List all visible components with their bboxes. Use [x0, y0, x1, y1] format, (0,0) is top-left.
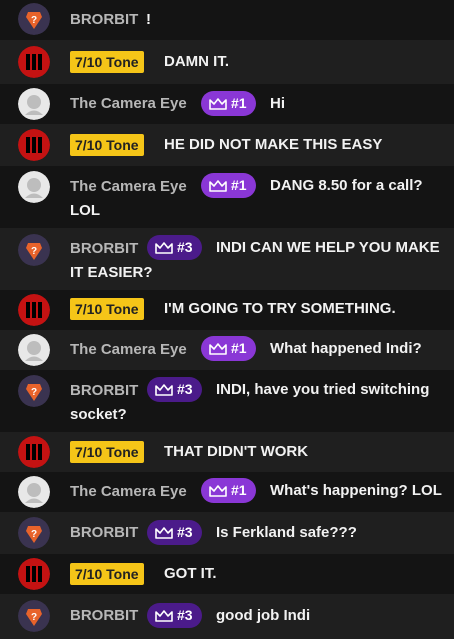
badge-rank: #3: [177, 607, 193, 623]
chat-message-row: ? BRORBIT #3 Is Ferkland safe???: [0, 512, 454, 554]
message-text: What's happening? LOL: [270, 482, 442, 499]
brorbit-avatar[interactable]: ?: [18, 3, 50, 35]
svg-text:?: ?: [31, 15, 37, 26]
username[interactable]: BRORBIT: [70, 607, 138, 624]
tone-username-tag[interactable]: 7/10 Tone: [70, 51, 144, 73]
rank-badge: #1: [201, 478, 256, 503]
message-text: DANG 8.50 for a call? LOL: [70, 177, 423, 219]
camera-eye-avatar[interactable]: [18, 88, 50, 120]
chat-message-row: ? BRORBIT #3 good job Indi: [0, 594, 454, 639]
username[interactable]: The Camera Eye: [70, 341, 187, 358]
crown-icon: [209, 342, 227, 355]
camera-eye-avatar[interactable]: [18, 334, 50, 366]
crown-icon: [155, 609, 173, 622]
tone-avatar[interactable]: [18, 129, 50, 161]
camera-eye-avatar[interactable]: [18, 171, 50, 203]
chat-message-row: ? BRORBIT !: [0, 0, 454, 40]
svg-text:?: ?: [31, 612, 37, 623]
svg-text:?: ?: [31, 529, 37, 540]
tone-avatar[interactable]: [18, 294, 50, 326]
chat-message-row: 7/10 Tone HE DID NOT MAKE THIS EASY: [0, 124, 454, 166]
brorbit-avatar[interactable]: ?: [18, 600, 50, 632]
username[interactable]: BRORBIT: [70, 11, 138, 28]
brorbit-avatar[interactable]: ?: [18, 517, 50, 549]
message-text: Is Ferkland safe???: [216, 524, 357, 541]
message-text: I'M GOING TO TRY SOMETHING.: [164, 300, 396, 317]
badge-rank: #1: [231, 340, 247, 356]
tone-username-tag[interactable]: 7/10 Tone: [70, 563, 144, 585]
tone-avatar[interactable]: [18, 46, 50, 78]
chat-message-row: The Camera Eye #1 What's happening? LOL: [0, 472, 454, 512]
rank-badge: #1: [201, 91, 256, 116]
brorbit-avatar[interactable]: ?: [18, 234, 50, 266]
badge-rank: #1: [231, 95, 247, 111]
camera-eye-avatar[interactable]: [18, 476, 50, 508]
message-text: good job Indi: [216, 607, 311, 624]
username[interactable]: The Camera Eye: [70, 483, 187, 500]
badge-rank: #1: [231, 482, 247, 498]
chat-message-row: ? BRORBIT #3 INDI, have you tried switch…: [0, 370, 454, 432]
tone-avatar[interactable]: [18, 436, 50, 468]
message-text: DAMN IT.: [164, 53, 229, 70]
message-text: INDI CAN WE HELP YOU MAKE IT EASIER?: [70, 239, 440, 281]
rank-badge: #3: [147, 603, 202, 628]
crown-icon: [209, 97, 227, 110]
tone-username-tag[interactable]: 7/10 Tone: [70, 441, 144, 463]
chat-message-row: The Camera Eye #1 Hi: [0, 84, 454, 124]
rank-badge: #3: [147, 520, 202, 545]
tone-username-tag[interactable]: 7/10 Tone: [70, 298, 144, 320]
message-text: Hi: [270, 95, 285, 112]
message-text: !: [146, 11, 151, 28]
chat-message-row: 7/10 Tone THAT DIDN'T WORK: [0, 432, 454, 472]
chat-message-row: The Camera Eye #1 What happened Indi?: [0, 330, 454, 370]
chat-message-row: ? BRORBIT #3 INDI CAN WE HELP YOU MAKE I…: [0, 228, 454, 290]
chat-message-row: 7/10 Tone I'M GOING TO TRY SOMETHING.: [0, 290, 454, 330]
message-text: HE DID NOT MAKE THIS EASY: [164, 136, 383, 153]
username[interactable]: BRORBIT: [70, 524, 138, 541]
chat-message-row: 7/10 Tone GOT IT.: [0, 554, 454, 594]
message-text: THAT DIDN'T WORK: [164, 443, 309, 460]
svg-text:?: ?: [31, 246, 37, 257]
badge-rank: #3: [177, 524, 193, 540]
brorbit-avatar[interactable]: ?: [18, 375, 50, 407]
username[interactable]: The Camera Eye: [70, 95, 187, 112]
crown-icon: [209, 484, 227, 497]
chat-message-row: 7/10 Tone DAMN IT.: [0, 40, 454, 84]
crown-icon: [155, 526, 173, 539]
message-text: GOT IT.: [164, 565, 217, 582]
tone-username-tag[interactable]: 7/10 Tone: [70, 134, 144, 156]
message-text: INDI, have you tried switching socket?: [70, 381, 430, 423]
rank-badge: #1: [201, 336, 256, 361]
svg-text:?: ?: [31, 387, 37, 398]
tone-avatar[interactable]: [18, 558, 50, 590]
message-text: What happened Indi?: [270, 340, 422, 357]
chat-message-row: The Camera Eye #1 DANG 8.50 for a call? …: [0, 166, 454, 228]
